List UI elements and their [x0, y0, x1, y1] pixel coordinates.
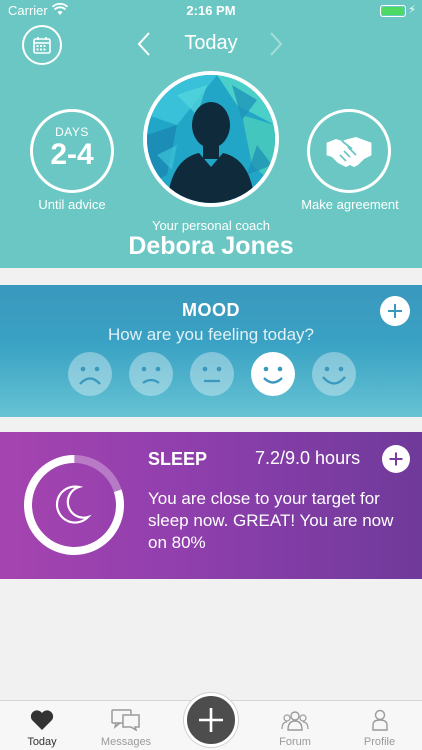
heart-icon — [30, 710, 54, 730]
tab-messages-label: Messages — [100, 736, 152, 748]
tab-forum[interactable]: Forum — [253, 701, 337, 750]
days-label: Until advice — [38, 197, 106, 212]
sleep-progress-ring — [22, 453, 126, 557]
header: Carrier 2:16 PM ⚡ Today DAYS 2-4 Until a… — [0, 0, 422, 268]
chevron-left-icon — [137, 32, 150, 56]
coach-caption: Your personal coach — [151, 218, 271, 233]
charging-icon: ⚡ — [408, 4, 416, 16]
clock: 2:16 PM — [186, 3, 236, 18]
coach-avatar-icon — [147, 75, 275, 203]
page-title: Today — [184, 32, 238, 54]
next-day-button[interactable] — [264, 28, 288, 60]
tab-messages[interactable]: Messages — [84, 701, 168, 750]
tab-profile[interactable]: Profile — [337, 701, 422, 750]
happy-face-icon — [251, 352, 295, 396]
very-happy-face-icon — [312, 352, 356, 396]
agreement-label: Make agreement — [301, 197, 399, 212]
tab-today-label: Today — [27, 736, 57, 748]
forum-icon — [281, 711, 309, 731]
sleep-title: SLEEP — [148, 449, 208, 469]
mood-option-very-happy[interactable] — [311, 351, 357, 397]
plus-icon — [389, 452, 403, 466]
add-entry-button[interactable] — [184, 693, 238, 747]
tab-profile-label: Profile — [363, 736, 396, 748]
make-agreement-button[interactable] — [307, 109, 391, 193]
calendar-button[interactable] — [22, 25, 62, 65]
tab-today[interactable]: Today — [0, 701, 84, 750]
status-bar: Carrier 2:16 PM ⚡ — [0, 0, 422, 22]
handshake-icon — [325, 137, 373, 167]
very-sad-face-icon — [68, 352, 112, 396]
plus-icon — [388, 304, 402, 318]
coach-avatar[interactable] — [143, 71, 279, 207]
tab-forum-label: Forum — [279, 736, 311, 748]
calendar-icon — [33, 37, 51, 54]
sad-face-icon — [129, 352, 173, 396]
moon-icon — [55, 485, 92, 524]
sleep-add-button[interactable] — [382, 445, 410, 473]
mood-option-very-sad[interactable] — [67, 351, 113, 397]
days-until-advice: DAYS 2-4 — [30, 109, 114, 193]
coach-name: Debora Jones — [128, 232, 294, 260]
mood-option-sad[interactable] — [128, 351, 174, 397]
sleep-card: SLEEP 7.2/9.0 hours You are close to you… — [0, 432, 422, 579]
mood-title: MOOD — [182, 300, 240, 320]
mood-question: How are you feeling today? — [107, 325, 315, 344]
mood-option-neutral[interactable] — [189, 351, 235, 397]
sleep-hours: 7.2/9.0 hours — [255, 448, 361, 468]
neutral-face-icon — [190, 352, 234, 396]
profile-icon — [371, 709, 388, 731]
chevron-right-icon — [270, 32, 283, 56]
mood-option-happy[interactable] — [250, 351, 296, 397]
days-value: 2-4 — [50, 138, 94, 171]
sleep-message: You are close to your target for sleep n… — [148, 489, 394, 552]
days-caption: DAYS — [55, 125, 89, 139]
messages-icon — [111, 709, 140, 731]
plus-icon — [199, 708, 223, 732]
mood-card: MOOD How are you feeling today? — [0, 285, 422, 417]
previous-day-button[interactable] — [132, 28, 156, 60]
mood-add-button[interactable] — [380, 296, 410, 326]
battery-icon — [380, 5, 406, 17]
